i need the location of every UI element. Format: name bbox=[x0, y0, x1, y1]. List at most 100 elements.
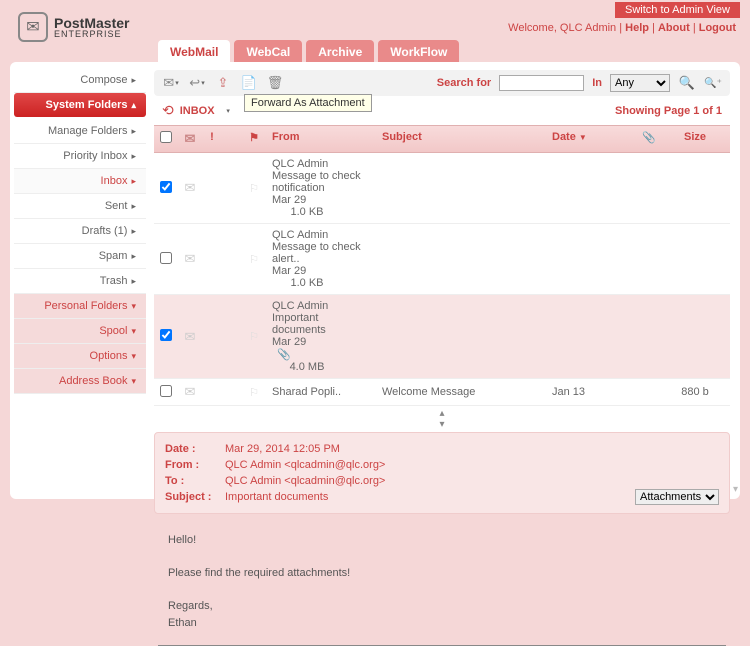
col-attachment-icon[interactable] bbox=[222, 126, 242, 152]
sidebar-drafts[interactable]: Drafts (1)▸ bbox=[14, 219, 146, 244]
row-size: 1.0 KB bbox=[272, 277, 342, 289]
row-size: 4.0 MB bbox=[272, 361, 342, 373]
flag-icon[interactable]: ⚐ bbox=[249, 254, 259, 266]
search-label: Search for bbox=[437, 77, 491, 89]
row-from: QLC Admin Important documentsMar 29📎4.0 … bbox=[266, 295, 376, 378]
delete-icon[interactable]: 🗑 bbox=[266, 75, 284, 91]
preview-to-label: To : bbox=[165, 475, 225, 487]
sidebar-sent[interactable]: Sent▸ bbox=[14, 194, 146, 219]
col-flag-icon[interactable]: ⚑ bbox=[242, 126, 266, 152]
row-from: QLC Admin Message to check alert..Mar 29… bbox=[266, 224, 376, 294]
in-label: In bbox=[592, 77, 602, 89]
col-size[interactable]: Size bbox=[660, 126, 730, 152]
body-line: Hello! bbox=[168, 532, 716, 549]
row-checkbox[interactable] bbox=[160, 329, 172, 341]
splitter-handle[interactable]: ▴▾ bbox=[154, 406, 730, 432]
envelope-icon: ✉ bbox=[185, 329, 196, 344]
message-row[interactable]: ✉⚐Sharad Popli..Welcome MessageJan 13880… bbox=[154, 379, 730, 406]
sidebar-spam[interactable]: Spam▸ bbox=[14, 244, 146, 269]
refresh-icon[interactable]: ⟲ bbox=[162, 102, 174, 119]
search-scope-select[interactable]: Any bbox=[610, 74, 670, 92]
row-from: QLC Admin Message to check notificationM… bbox=[266, 153, 376, 223]
preview-to-value: QLC Admin <qlcadmin@qlc.org> bbox=[225, 475, 385, 487]
attachments-select[interactable]: Attachments bbox=[635, 489, 719, 505]
message-list: ✉ ⚐ QLC Admin Message to check notificatio… bbox=[154, 153, 730, 406]
tab-workflow[interactable]: WorkFlow bbox=[378, 40, 459, 64]
personal-folders-header[interactable]: Personal Folders▾ bbox=[14, 294, 146, 319]
welcome-text: Welcome, QLC Admin bbox=[508, 22, 619, 34]
tab-webmail[interactable]: WebMail bbox=[158, 40, 230, 64]
message-row[interactable]: ✉ ⚐ QLC Admin Important documentsMar 29📎4.… bbox=[154, 295, 730, 379]
row-subject: Message to check alert.. bbox=[272, 241, 370, 265]
row-date: Jan 13 bbox=[546, 381, 636, 403]
search-icon[interactable]: 🔍 bbox=[678, 75, 696, 91]
col-importance-icon[interactable]: ! bbox=[202, 126, 222, 152]
folder-bar: ⟲ INBOX ▾ Showing Page 1 of 1 bbox=[154, 96, 730, 125]
col-read-icon[interactable]: ✉ bbox=[178, 126, 202, 152]
body-line: Ethan bbox=[168, 615, 716, 632]
search-input[interactable] bbox=[499, 75, 584, 91]
preview-body: Hello! Please find the required attachme… bbox=[158, 518, 726, 646]
row-subject: Welcome Message bbox=[376, 381, 546, 403]
row-checkbox[interactable] bbox=[160, 181, 172, 193]
row-checkbox[interactable] bbox=[160, 385, 172, 397]
col-date[interactable]: Date ▼ bbox=[546, 126, 636, 152]
preview-subject-label: Subject : bbox=[165, 491, 225, 503]
body-line: Regards, bbox=[168, 598, 716, 615]
switch-admin-button[interactable]: Switch to Admin View bbox=[615, 2, 740, 18]
preview-subject-value: Important documents bbox=[225, 491, 328, 503]
sidebar: Compose▸ System Folders▴ Manage Folders▸… bbox=[10, 62, 150, 499]
help-link[interactable]: Help bbox=[625, 22, 649, 34]
select-all-checkbox[interactable] bbox=[160, 131, 172, 143]
body-line: Please find the required attachments! bbox=[168, 565, 716, 582]
sidebar-trash[interactable]: Trash▸ bbox=[14, 269, 146, 294]
message-row[interactable]: ✉ ⚐ QLC Admin Message to check notificatio… bbox=[154, 153, 730, 224]
paperclip-icon: 📎 bbox=[277, 349, 291, 361]
paging-text: Showing Page 1 of 1 bbox=[615, 105, 722, 117]
options-header[interactable]: Options▾ bbox=[14, 344, 146, 369]
col-clip-icon[interactable]: 📎 bbox=[636, 126, 660, 152]
tab-webcal[interactable]: WebCal bbox=[234, 40, 302, 64]
move-icon[interactable]: 📄 bbox=[240, 75, 258, 91]
scroll-down-icon[interactable]: ▾ bbox=[733, 484, 738, 495]
spool-header[interactable]: Spool▾ bbox=[14, 319, 146, 344]
about-link[interactable]: About bbox=[658, 22, 690, 34]
folder-dropdown-icon[interactable]: ▾ bbox=[219, 103, 237, 119]
row-size: 880 b bbox=[660, 381, 730, 403]
advanced-search-icon[interactable]: 🔍⁺ bbox=[704, 75, 722, 91]
row-subject: Message to check notification bbox=[272, 170, 370, 194]
sidebar-priority-inbox[interactable]: Priority Inbox▸ bbox=[14, 144, 146, 169]
address-book-header[interactable]: Address Book▾ bbox=[14, 369, 146, 394]
system-folders-header[interactable]: System Folders▴ bbox=[14, 93, 146, 117]
flag-icon[interactable]: ⚐ bbox=[249, 331, 259, 343]
row-date: Mar 29 bbox=[272, 265, 362, 277]
flag-icon[interactable]: ⚐ bbox=[249, 387, 259, 399]
row-date: Mar 29 bbox=[272, 336, 362, 348]
folder-name: INBOX bbox=[180, 105, 215, 117]
col-subject[interactable]: Subject bbox=[376, 126, 546, 152]
flag-icon[interactable]: ⚐ bbox=[249, 183, 259, 195]
tab-archive[interactable]: Archive bbox=[306, 40, 374, 64]
preview-date-label: Date : bbox=[165, 443, 225, 455]
reply-icon[interactable]: ↩▾ bbox=[188, 75, 206, 91]
message-row[interactable]: ✉⚐QLC Admin Message to check alert..Mar … bbox=[154, 224, 730, 295]
sidebar-manage-folders[interactable]: Manage Folders▸ bbox=[14, 119, 146, 144]
row-date: Mar 29 bbox=[272, 194, 362, 206]
new-mail-icon[interactable]: ✉▾ bbox=[162, 75, 180, 91]
main-tabs: WebMail WebCal Archive WorkFlow bbox=[158, 40, 459, 64]
preview-header: Date :Mar 29, 2014 12:05 PM From :QLC Ad… bbox=[154, 432, 730, 514]
envelope-icon: ✉ bbox=[185, 180, 196, 195]
sidebar-inbox[interactable]: Inbox▸ bbox=[14, 169, 146, 194]
logout-link[interactable]: Logout bbox=[699, 22, 736, 34]
row-size: 1.0 KB bbox=[272, 206, 342, 218]
row-subject: Important documents bbox=[272, 312, 370, 336]
forward-attachment-icon[interactable]: ⇪ bbox=[214, 75, 232, 91]
logo: ✉ PostMaster ENTERPRISE bbox=[18, 12, 129, 42]
welcome-bar: Welcome, QLC Admin | Help | About | Logo… bbox=[508, 22, 736, 34]
preview-from-value: QLC Admin <qlcadmin@qlc.org> bbox=[225, 459, 385, 471]
row-checkbox[interactable] bbox=[160, 252, 172, 264]
logo-subtitle: ENTERPRISE bbox=[54, 30, 129, 39]
col-from[interactable]: From bbox=[266, 126, 376, 152]
logo-icon: ✉ bbox=[18, 12, 48, 42]
compose-button[interactable]: Compose▸ bbox=[14, 68, 146, 93]
